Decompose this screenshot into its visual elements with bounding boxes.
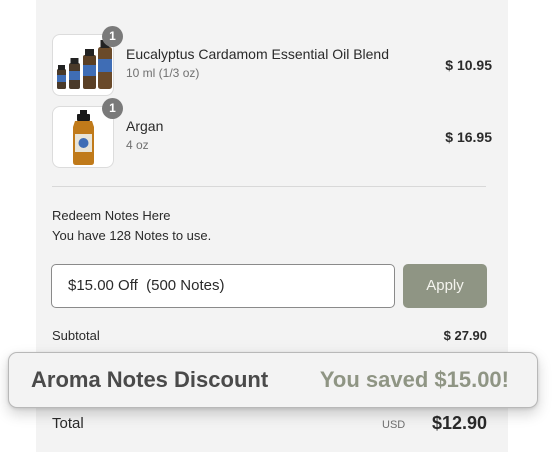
product-name: Eucalyptus Cardamom Essential Oil Blend: [126, 46, 390, 62]
redeem-notes-title: Redeem Notes Here: [52, 208, 171, 223]
section-divider: [52, 186, 486, 187]
product-price: $ 16.95: [445, 129, 492, 145]
discount-saved-amount: You saved $15.00!: [319, 367, 509, 392]
total-label: Total: [52, 415, 84, 432]
product-name: Argan: [126, 118, 164, 134]
subtotal-label: Subtotal: [52, 328, 100, 343]
product-variant: 10 ml (1/3 oz): [126, 66, 200, 80]
quantity-badge: 1: [102, 98, 123, 119]
line-item: 1 Eucalyptus Cardamom Essential Oil Blen…: [52, 26, 492, 96]
apply-button[interactable]: Apply: [403, 264, 487, 308]
line-item: 1 Argan 4 oz $ 16.95: [52, 98, 492, 168]
total-value: $12.90: [431, 413, 487, 433]
subtotal-value: $ 27.90: [443, 328, 487, 343]
discount-label: Aroma Notes Discount: [31, 367, 269, 392]
notes-reward-select[interactable]: $15.00 Off (500 Notes): [51, 264, 395, 308]
currency-code: USD: [382, 419, 406, 431]
product-price: $ 10.95: [445, 57, 492, 73]
quantity-badge: 1: [102, 26, 123, 47]
notes-balance: You have 128 Notes to use.: [52, 228, 212, 243]
discount-banner: Aroma Notes Discount You saved $15.00!: [8, 352, 538, 408]
product-variant: 4 oz: [126, 138, 149, 152]
